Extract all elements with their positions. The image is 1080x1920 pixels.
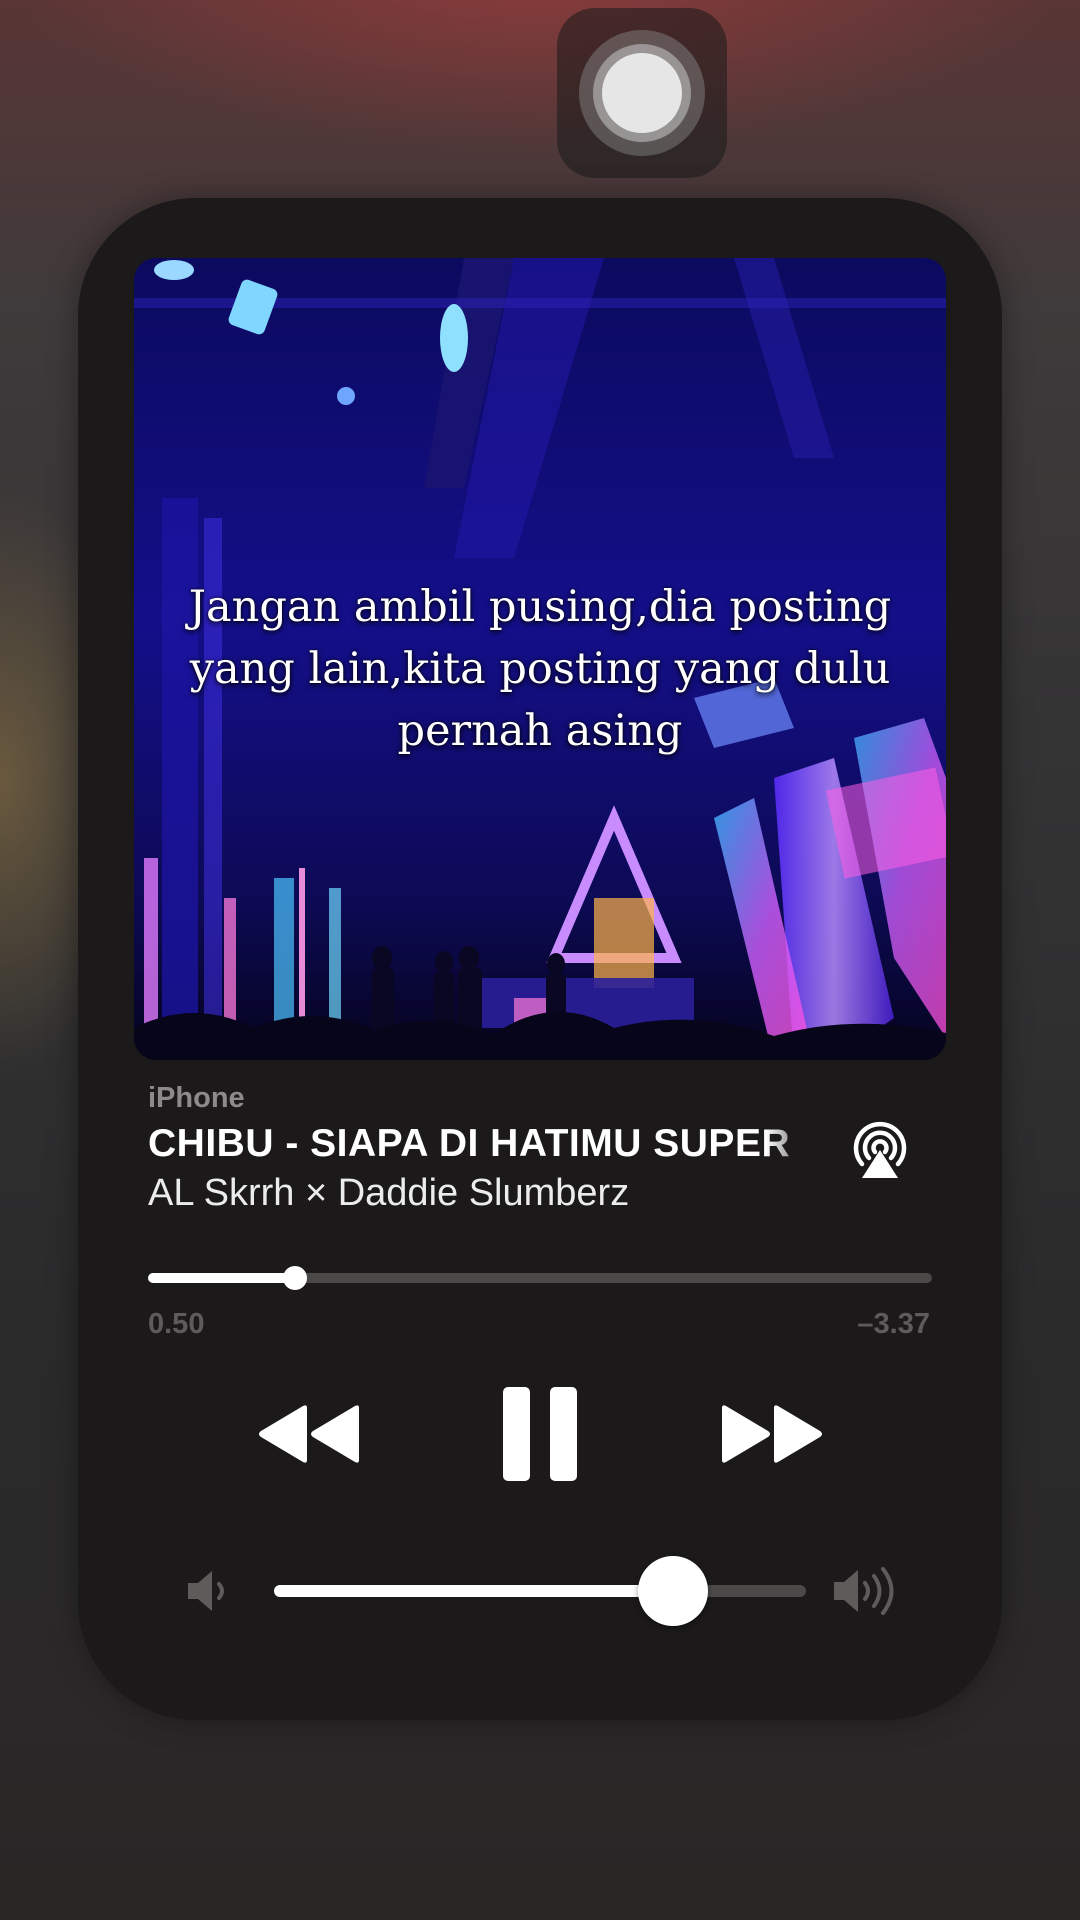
airplay-button[interactable] <box>848 1118 912 1182</box>
progress-scrubber-handle[interactable] <box>282 1266 307 1290</box>
output-device-label: iPhone <box>148 1082 245 1114</box>
fast-forward-icon <box>722 1405 822 1463</box>
pause-icon <box>503 1387 577 1481</box>
track-title: CHIBU - SIAPA DI HATIMU SUPER <box>148 1122 791 1165</box>
airplay-icon <box>853 1121 907 1178</box>
volume-handle[interactable] <box>638 1556 708 1626</box>
time-remaining: –3.37 <box>857 1308 930 1340</box>
assistive-touch-icon <box>602 53 682 133</box>
time-elapsed: 0.50 <box>148 1308 205 1340</box>
progress-fill <box>148 1273 295 1283</box>
volume-slider[interactable] <box>274 1556 806 1626</box>
fast-forward-button[interactable] <box>718 1402 826 1466</box>
playback-progress-slider[interactable] <box>148 1266 932 1290</box>
rewind-icon <box>259 1405 359 1463</box>
track-artist: AL Skrrh × Daddie Slumberz <box>148 1172 630 1214</box>
speaker-low-icon <box>184 1567 236 1615</box>
pause-button[interactable] <box>500 1385 580 1483</box>
volume-fill <box>274 1585 673 1597</box>
assistive-touch-button[interactable] <box>557 8 727 178</box>
artwork-lyrics-text: Jangan ambil pusing,dia posting yang lai… <box>188 582 892 756</box>
speaker-high-icon <box>832 1565 910 1617</box>
rewind-button[interactable] <box>255 1402 363 1466</box>
album-artwork[interactable]: Jangan ambil pusing,dia posting yang lai… <box>134 258 946 1060</box>
